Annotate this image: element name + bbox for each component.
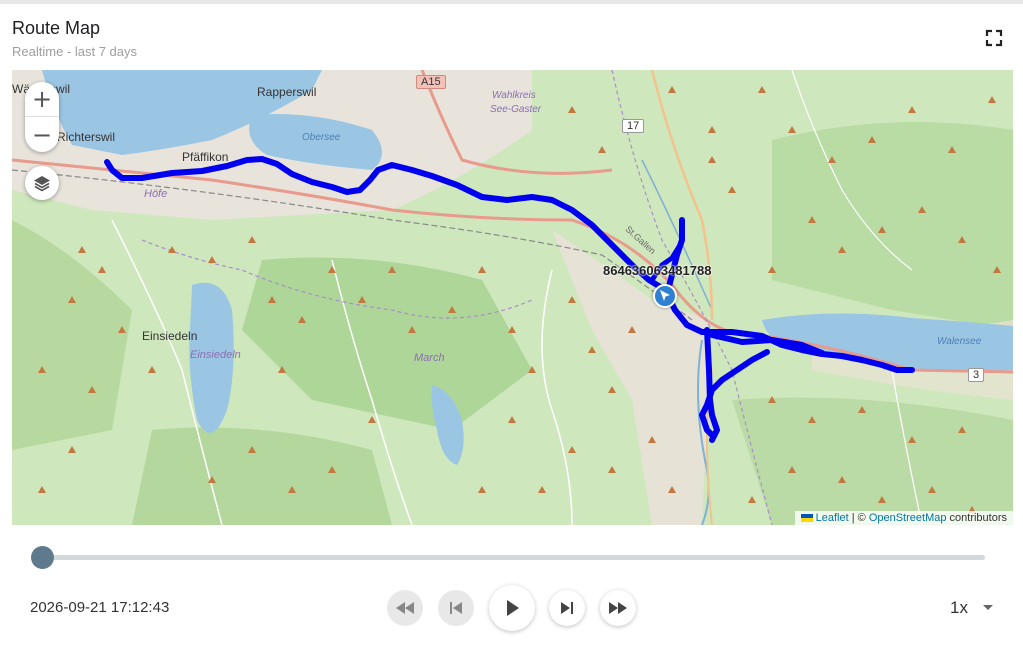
chevron-down-icon[interactable] — [983, 605, 993, 610]
fast-rewind-button[interactable] — [387, 590, 423, 626]
road-shield-a15: A15 — [416, 75, 446, 89]
road-shield-17: 17 — [622, 119, 645, 133]
fullscreen-icon[interactable] — [984, 28, 1004, 48]
label-see-gaster: See-Gaster — [490, 104, 542, 115]
card-subtitle: Realtime - last 7 days — [12, 44, 137, 59]
skip-previous-button[interactable] — [438, 590, 474, 626]
zoom-control: + − — [25, 82, 59, 152]
device-marker[interactable] — [653, 284, 677, 308]
zoom-in-button[interactable]: + — [25, 82, 59, 117]
label-march: March — [414, 352, 445, 364]
layers-icon — [34, 176, 50, 192]
label-hofe: Höfe — [144, 188, 168, 200]
ukraine-flag-icon — [800, 514, 813, 523]
label-einsiedeln: Einsiedeln — [142, 329, 198, 343]
route-map-card: Route Map Realtime - last 7 days Rappers… — [0, 0, 1023, 647]
playback-slider-track[interactable] — [42, 555, 985, 560]
map-attribution: Leaflet | © OpenStreetMap contributors — [794, 511, 1013, 525]
leaflet-link[interactable]: Leaflet — [816, 512, 849, 524]
direction-arrow-icon — [660, 290, 670, 301]
card-top-border — [0, 0, 1023, 4]
fast-forward-button[interactable] — [600, 590, 636, 626]
map-view[interactable]: Rapperswil Richterswil Pfäffikon Einsied… — [12, 70, 1013, 525]
play-button[interactable] — [489, 585, 535, 631]
label-richterswil: Richterswil — [57, 130, 116, 144]
attribution-separator: | © — [848, 512, 869, 524]
label-rapperswil: Rapperswil — [257, 85, 317, 99]
device-label: 864636063481788 — [603, 263, 712, 278]
label-einsiedeln-district: Einsiedeln — [190, 349, 241, 361]
zoom-out-button[interactable]: − — [25, 117, 59, 152]
layers-button[interactable] — [25, 166, 59, 200]
fast-rewind-icon — [396, 602, 414, 614]
speed-select[interactable]: 1x — [950, 598, 968, 618]
fast-forward-icon — [609, 602, 627, 614]
label-pfaffikon: Pfäffikon — [182, 150, 229, 164]
osm-link[interactable]: OpenStreetMap — [869, 512, 947, 524]
skip-previous-icon — [450, 602, 462, 614]
label-wahlkreis: Wahlkreis — [492, 90, 536, 101]
playback-timestamp: 2026-09-21 17:12:43 — [30, 599, 170, 616]
attribution-suffix: contributors — [946, 512, 1007, 524]
label-obersee: Obersee — [302, 132, 341, 143]
map-tiles — [12, 70, 1013, 525]
play-icon — [507, 600, 519, 616]
skip-next-icon — [561, 602, 573, 614]
label-walensee: Walensee — [937, 336, 982, 347]
skip-next-button[interactable] — [549, 590, 585, 626]
card-title: Route Map — [12, 18, 101, 38]
road-shield-3: 3 — [968, 368, 985, 382]
playback-slider-thumb[interactable] — [31, 546, 54, 569]
